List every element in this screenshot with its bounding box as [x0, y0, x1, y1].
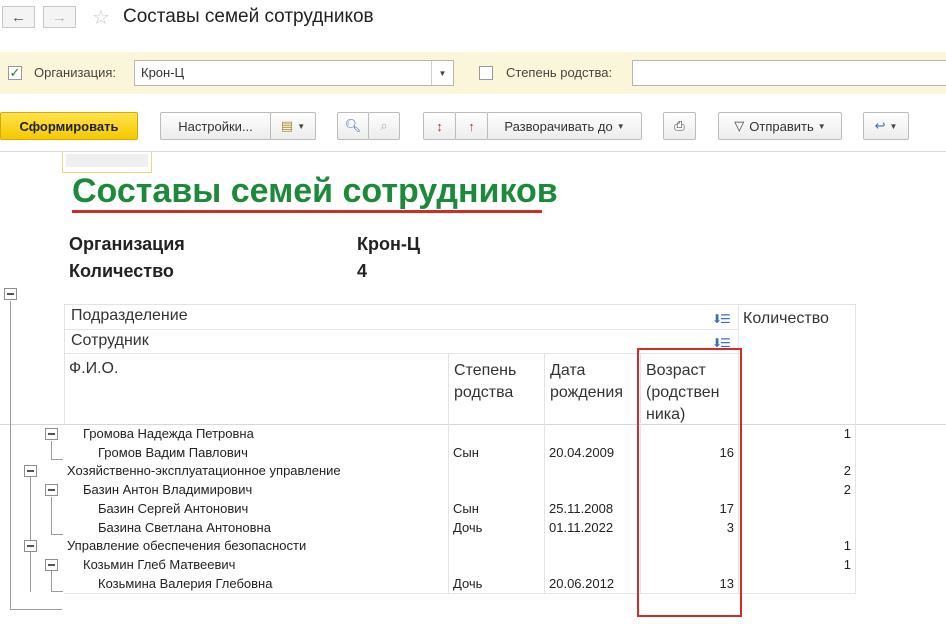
row-count: 1: [843, 557, 851, 572]
row-name: Базина Светлана Антоновна: [98, 520, 271, 535]
undo-arrow-icon: ↩: [874, 118, 886, 133]
row-name: Громова Надежда Петровна: [83, 426, 254, 441]
tree-line: [30, 477, 31, 592]
collapse-toggle-icon[interactable]: [45, 559, 58, 571]
tree-line: [10, 609, 62, 610]
row-name: Базин Сергей Антонович: [98, 501, 249, 516]
expand-groups-icon: ↕: [436, 118, 443, 134]
row-name: Хозяйственно-эксплуатационное управление: [67, 463, 341, 478]
header-employee: Сотрудник: [71, 332, 149, 349]
collapse-all-button[interactable]: ↑: [455, 112, 488, 140]
chevron-down-icon: ▼: [297, 121, 306, 131]
filter-bar: ✓ Организация: Крон-Ц ▼ Степень родства:: [0, 52, 946, 94]
collapse-toggle-icon[interactable]: [45, 484, 58, 496]
grid-line: [64, 329, 738, 330]
row-count: 1: [843, 538, 851, 553]
search-clear-icon: ⌕: [380, 118, 388, 133]
organization-checkbox[interactable]: ✓: [8, 66, 22, 80]
chevron-down-icon[interactable]: ▼: [431, 61, 453, 85]
clipboard-icon: ▤: [280, 118, 294, 133]
generate-button[interactable]: Сформировать: [0, 112, 138, 140]
tree-line: [51, 534, 63, 535]
chevron-down-icon: ▼: [817, 121, 826, 131]
more-actions-button[interactable]: ↩ ▼: [863, 112, 909, 140]
row-kinship: Дочь: [453, 520, 483, 535]
tree-line: [51, 571, 52, 592]
header-kinship: Степень родства: [454, 362, 517, 401]
report-title: Составы семей сотрудников: [72, 172, 558, 210]
send-icon: ▽: [734, 118, 745, 133]
arrow-right-icon: →: [52, 8, 67, 26]
tree-line: [10, 301, 11, 609]
chevron-down-icon: ▼: [889, 121, 898, 131]
search-icon: 🔍︎: [344, 118, 362, 133]
organization-field[interactable]: Крон-Ц ▼: [134, 60, 454, 86]
sort-icon[interactable]: ⬇☰: [712, 312, 731, 326]
back-button[interactable]: ←: [2, 6, 35, 28]
row-name: Управление обеспечения безопасности: [67, 538, 307, 553]
kinship-checkbox[interactable]: [479, 66, 493, 80]
row-birthdate: 20.06.2012: [549, 576, 615, 591]
row-kinship: Сын: [453, 445, 479, 460]
row-count: 1: [843, 426, 851, 441]
collapse-toggle-icon[interactable]: [24, 540, 37, 552]
expand-to-button[interactable]: Разворачивать до ▼: [487, 112, 642, 140]
row-count: 2: [843, 482, 851, 497]
collapse-groups-icon: ↑: [468, 118, 475, 134]
arrow-left-icon: ←: [11, 8, 26, 26]
collapse-toggle-icon[interactable]: [45, 428, 58, 440]
expand-all-button[interactable]: ↕: [423, 112, 456, 140]
search-button[interactable]: 🔍︎: [337, 112, 369, 140]
collapse-toggle-icon[interactable]: [24, 465, 37, 477]
row-name: Козьмин Глеб Матвеевич: [83, 557, 236, 572]
print-button[interactable]: ⎙: [663, 112, 696, 140]
settings-button[interactable]: Настройки...: [160, 112, 271, 140]
tree-line: [51, 591, 63, 592]
kinship-label: Степень родства:: [506, 65, 613, 80]
tree-line: [51, 459, 63, 460]
param-organization-label: Организация: [69, 234, 185, 254]
tree-line: [51, 441, 52, 460]
row-birthdate: 01.11.2022: [549, 520, 614, 535]
row-kinship: Дочь: [453, 576, 483, 591]
param-organization-value: Крон-Ц: [357, 234, 420, 254]
row-name: Базин Антон Владимирович: [83, 482, 253, 497]
printer-icon: ⎙: [674, 118, 685, 133]
variants-button[interactable]: ▤ ▼: [270, 112, 316, 140]
kinship-field[interactable]: [632, 60, 946, 86]
organization-label: Организация:: [34, 65, 117, 80]
row-birthdate: 20.04.2009: [549, 445, 615, 460]
tree-line: [51, 497, 52, 535]
row-birthdate: 25.11.2008: [549, 501, 614, 516]
collapse-toggle-icon[interactable]: [4, 288, 17, 300]
favorite-star-icon[interactable]: ☆: [92, 5, 110, 30]
header-fio: Ф.И.О.: [69, 360, 119, 377]
param-quantity-label: Количество: [69, 261, 174, 281]
row-name: Громов Вадим Павлович: [98, 445, 248, 460]
param-quantity-value: 4: [357, 261, 368, 281]
age-column-highlight: [637, 348, 742, 617]
grid-line: [64, 304, 65, 424]
header-birthdate: Дата рождения: [550, 362, 623, 401]
row-name: Козьмина Валерия Глебовна: [98, 576, 273, 591]
row-count: 2: [843, 463, 851, 478]
clear-search-button[interactable]: ⌕: [368, 112, 400, 140]
organization-value: Крон-Ц: [141, 65, 185, 80]
window-title: Составы семей сотрудников: [123, 6, 374, 27]
forward-button[interactable]: →: [43, 6, 76, 28]
row-kinship: Сын: [453, 501, 479, 516]
header-department: Подразделение: [71, 307, 188, 324]
header-quantity: Количество: [743, 310, 829, 327]
chevron-down-icon: ▼: [616, 121, 625, 131]
title-underline: [72, 210, 542, 213]
send-button[interactable]: ▽ Отправить ▼: [718, 112, 842, 140]
cell-cursor-fill: [66, 154, 148, 167]
